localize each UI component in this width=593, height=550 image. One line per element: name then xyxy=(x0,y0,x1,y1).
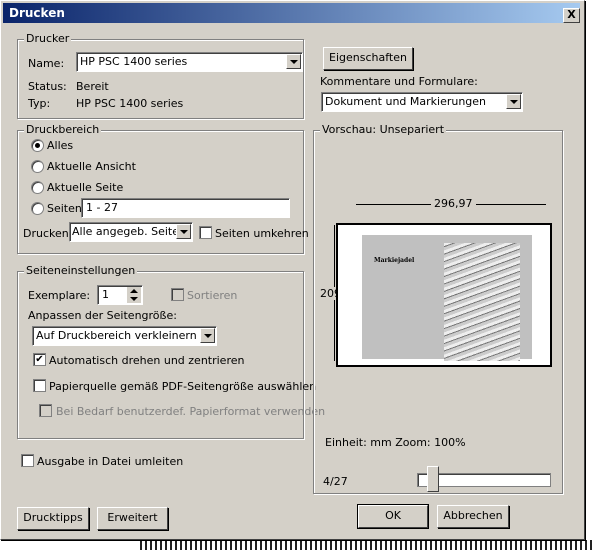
radio-current-page[interactable] xyxy=(31,181,44,194)
advanced-button[interactable]: Erweitert xyxy=(97,507,168,530)
preview-illustration xyxy=(444,243,520,361)
comments-value: Dokument und Markierungen xyxy=(325,95,487,108)
preview-page-caption: Markiejadel xyxy=(374,257,415,264)
preview-group-label: Vorschau: Unsepariert xyxy=(320,123,447,136)
printer-name-select[interactable]: HP PSC 1400 series xyxy=(76,52,303,72)
copies-label: Exemplare: xyxy=(28,289,91,302)
collate-label: Sortieren xyxy=(187,289,238,302)
chevron-down-icon[interactable] xyxy=(176,224,191,239)
print-subset-value: Alle angegeb. Seiten xyxy=(72,225,186,238)
printer-group-label: Drucker xyxy=(24,32,72,45)
chevron-down-icon[interactable] xyxy=(286,54,301,69)
dialog-title: Drucken xyxy=(9,6,65,20)
pages-input-value: 1 - 27 xyxy=(86,201,118,214)
print-tips-button[interactable]: Drucktipps xyxy=(17,507,89,530)
spinner-arrows-icon[interactable] xyxy=(127,287,141,303)
print-subset-label: Drucken: xyxy=(23,227,73,240)
comments-select[interactable]: Dokument und Markierungen xyxy=(321,92,523,112)
preview-sheet: Markiejadel xyxy=(362,235,532,361)
radio-current-page-label[interactable]: Aktuelle Seite xyxy=(47,181,123,194)
radio-current-view[interactable] xyxy=(31,160,44,173)
radio-current-view-label[interactable]: Aktuelle Ansicht xyxy=(47,160,136,173)
background-image-strip xyxy=(140,540,593,550)
paper-source-checkbox[interactable] xyxy=(33,379,46,392)
chevron-down-icon[interactable] xyxy=(506,94,521,109)
auto-rotate-checkbox[interactable]: ✔ xyxy=(33,353,46,366)
print-subset-select[interactable]: Alle angegeb. Seiten xyxy=(69,222,193,242)
radio-all[interactable] xyxy=(31,139,44,152)
copies-stepper[interactable]: 1 xyxy=(97,285,143,305)
copies-value: 1 xyxy=(102,288,109,301)
auto-rotate-label[interactable]: Automatisch drehen und zentrieren xyxy=(49,354,244,367)
reverse-pages-checkbox[interactable] xyxy=(199,226,212,239)
comments-label: Kommentare und Formulare: xyxy=(320,75,478,88)
units-zoom-label: Einheit: mm Zoom: 100% xyxy=(325,436,466,449)
printer-name-value: HP PSC 1400 series xyxy=(80,55,188,68)
collate-checkbox[interactable] xyxy=(171,288,184,301)
output-to-file-label[interactable]: Ausgabe in Datei umleiten xyxy=(37,455,183,468)
properties-button[interactable]: Eigenschaften xyxy=(323,47,413,70)
page-preview: Markiejadel xyxy=(336,223,552,367)
ok-button[interactable]: OK xyxy=(358,505,428,528)
page-counter: 4/27 xyxy=(323,475,348,488)
radio-pages-label[interactable]: Seiten xyxy=(47,202,82,215)
cancel-button[interactable]: Abbrechen xyxy=(437,505,509,528)
printer-name-label: Name: xyxy=(28,57,65,70)
fit-value: Auf Druckbereich verkleinern xyxy=(36,329,197,342)
pages-input[interactable]: 1 - 27 xyxy=(81,198,290,218)
custom-paper-label: Bei Bedarf benutzerdef. Papierformat ver… xyxy=(56,405,326,418)
width-dimension-value: 296,97 xyxy=(431,197,476,210)
output-to-file-checkbox[interactable] xyxy=(21,454,34,467)
chevron-down-icon[interactable] xyxy=(200,328,215,343)
close-icon: X xyxy=(567,8,576,21)
type-label: Typ: xyxy=(28,97,51,110)
status-label: Status: xyxy=(28,80,67,93)
page-slider-thumb[interactable] xyxy=(426,466,439,492)
paper-source-label[interactable]: Papierquelle gemäß PDF-Seitengröße auswä… xyxy=(49,380,316,393)
page-setup-group-label: Seiteneinstellungen xyxy=(24,264,138,277)
title-bar[interactable]: Drucken X xyxy=(3,3,580,23)
custom-paper-checkbox[interactable] xyxy=(39,404,52,417)
fit-label: Anpassen der Seitengröße: xyxy=(28,309,177,322)
reverse-pages-label[interactable]: Seiten umkehren xyxy=(215,227,309,240)
fit-select[interactable]: Auf Druckbereich verkleinern xyxy=(32,326,217,346)
type-value: HP PSC 1400 series xyxy=(76,97,184,110)
close-button[interactable]: X xyxy=(563,8,580,23)
radio-all-label[interactable]: Alles xyxy=(47,139,73,152)
radio-pages[interactable] xyxy=(31,202,44,215)
status-value: Bereit xyxy=(76,80,109,93)
print-dialog: Drucken X Drucker Name: HP PSC 1400 seri… xyxy=(0,0,585,540)
print-range-group-label: Druckbereich xyxy=(24,123,102,136)
